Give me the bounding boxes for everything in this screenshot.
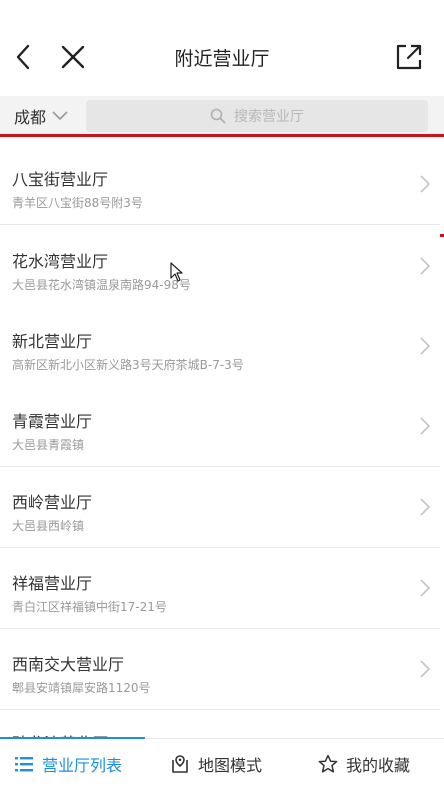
tab-map-mode[interactable]: 地图模式 (170, 739, 262, 789)
store-address: 大邑县青霞镇 (12, 438, 85, 452)
store-name: 祥福营业厅 (12, 574, 93, 593)
list-item[interactable]: 祥福营业厅 青白江区祥福镇中街17-21号 (0, 548, 440, 629)
chevron-right-icon (420, 175, 430, 193)
chevron-left-icon (16, 44, 30, 70)
chevron-right-icon (420, 337, 430, 355)
chevron-right-icon (420, 660, 430, 678)
bottom-tab-bar: 营业厅列表 地图模式 我的收藏 (0, 737, 444, 801)
store-name: 八宝街营业厅 (12, 170, 109, 189)
list-item[interactable]: 新北营业厅 高新区新北小区新义路3号天府茶城B-7-3号 (0, 306, 440, 387)
store-address: 大邑县花水湾镇温泉南路94-98号 (12, 278, 191, 292)
map-icon (172, 755, 188, 773)
list-item[interactable]: 八宝街营业厅 青羊区八宝街88号附3号 (0, 144, 440, 225)
store-address: 青羊区八宝街88号附3号 (12, 196, 143, 210)
tab-label: 地图模式 (198, 756, 263, 775)
search-placeholder: 搜索营业厅 (234, 109, 304, 125)
list-item[interactable]: 西南交大营业厅 郫县安靖镇犀安路1120号 (0, 629, 440, 710)
tab-store-list[interactable]: 营业厅列表 (14, 739, 122, 789)
page-title: 附近营业厅 (174, 48, 270, 70)
header-bar: 附近营业厅 (0, 0, 444, 108)
list-icon (15, 757, 33, 772)
store-name: 青霞营业厅 (12, 412, 93, 431)
store-address: 郫县安靖镇犀安路1120号 (12, 681, 151, 695)
store-name: 花水湾营业厅 (12, 252, 109, 271)
store-name: 新北营业厅 (12, 332, 93, 351)
mouse-cursor-icon (170, 262, 183, 282)
store-address: 青白江区祥福镇中街17-21号 (12, 600, 167, 614)
close-icon (61, 45, 85, 69)
store-name: 西岭营业厅 (12, 493, 93, 512)
chevron-right-icon (420, 498, 430, 516)
store-address: 高新区新北小区新义路3号天府茶城B-7-3号 (12, 358, 244, 372)
external-link-icon (396, 44, 422, 70)
star-icon (318, 754, 338, 773)
close-button[interactable] (56, 40, 90, 74)
search-input[interactable]: 搜索营业厅 (86, 100, 428, 132)
chevron-right-icon (420, 417, 430, 435)
store-name: 西南交大营业厅 (12, 655, 125, 674)
share-button[interactable] (394, 42, 424, 72)
city-selector[interactable]: 成都 (14, 102, 68, 130)
tab-label: 我的收藏 (346, 756, 411, 775)
chevron-right-icon (420, 257, 430, 275)
search-bar: 成都 搜索营业厅 (0, 96, 444, 136)
chevron-right-icon (420, 579, 430, 597)
back-button[interactable] (8, 40, 42, 74)
list-item[interactable]: 西岭营业厅 大邑县西岭镇 (0, 467, 440, 548)
store-address: 大邑县西岭镇 (12, 519, 85, 533)
highlight-line-top (0, 134, 444, 137)
city-label: 成都 (14, 108, 47, 127)
list-item[interactable]: 青霞营业厅 大邑县青霞镇 (0, 386, 440, 467)
search-icon (210, 108, 226, 124)
list-item[interactable]: 花水湾营业厅 大邑县花水湾镇温泉南路94-98号 (0, 226, 440, 307)
tab-favorites[interactable]: 我的收藏 (318, 739, 410, 789)
chevron-down-icon (52, 111, 68, 121)
tab-label: 营业厅列表 (42, 756, 123, 775)
